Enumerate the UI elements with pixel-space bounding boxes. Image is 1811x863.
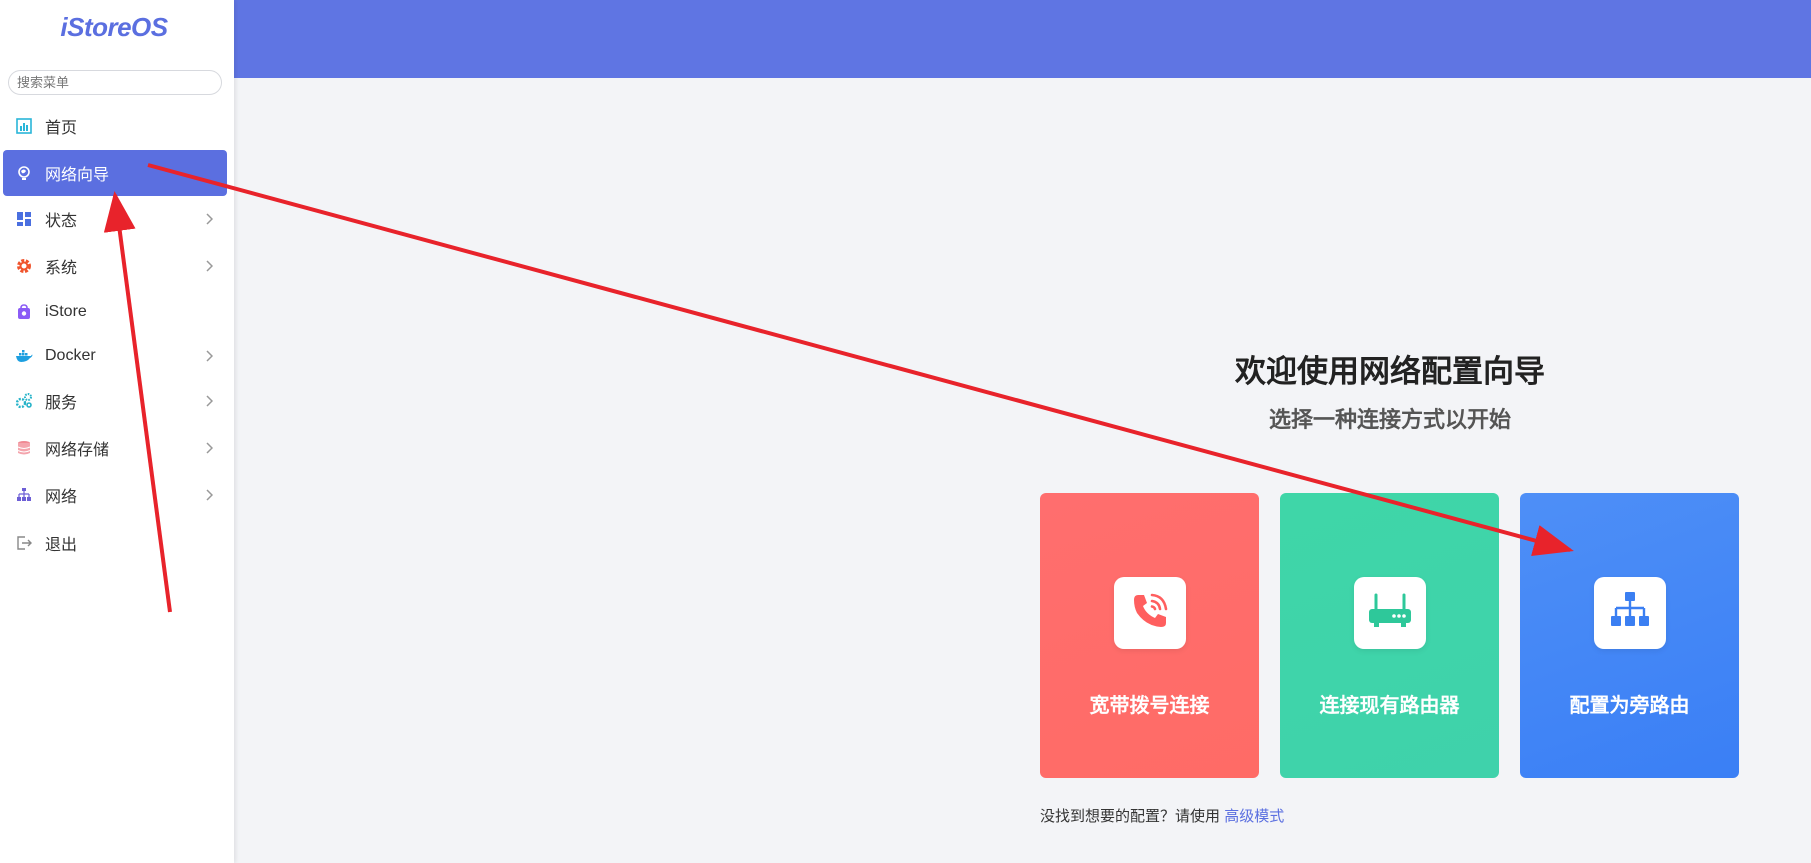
chevron-right-icon	[201, 440, 217, 456]
page-title: 欢迎使用网络配置向导	[1235, 354, 1545, 389]
sidebar-item-logout[interactable]: 退出	[3, 520, 227, 566]
sidebar-item-docker[interactable]: Docker	[3, 333, 227, 379]
router-icon	[1366, 589, 1414, 638]
chevron-right-icon	[201, 258, 217, 274]
broadband-dialup-card[interactable]: 宽带拨号连接	[1040, 493, 1259, 778]
sidebar-item-label: Docker	[45, 347, 96, 364]
chevron-right-icon	[201, 348, 217, 364]
sidebar: iStoreOS 首页 网络向	[0, 0, 234, 863]
card-label: 配置为旁路由	[1569, 695, 1690, 717]
dashboard-icon	[15, 117, 33, 135]
sidebar-item-label: 系统	[45, 260, 78, 277]
page-subtitle: 选择一种连接方式以开始	[1268, 407, 1511, 432]
network-tree-icon	[1608, 589, 1652, 638]
globe-icon	[15, 164, 33, 182]
chevron-right-icon	[201, 393, 217, 409]
docker-whale-icon	[15, 347, 33, 365]
store-bag-icon	[15, 303, 33, 321]
sidebar-item-network-wizard[interactable]: 网络向导	[3, 150, 227, 196]
chevron-right-icon	[201, 211, 217, 227]
card-label: 连接现有路由器	[1319, 695, 1460, 717]
sidebar-item-label: 退出	[45, 537, 78, 554]
sidebar-item-network[interactable]: 网络	[3, 472, 227, 518]
database-icon	[15, 439, 33, 457]
connect-existing-router-card[interactable]: 连接现有路由器	[1280, 493, 1499, 778]
sidebar-item-label: 状态	[45, 213, 78, 230]
sidebar-item-label: 网络存储	[45, 442, 110, 459]
menu-search-input[interactable]	[8, 70, 222, 95]
sidebar-item-label: iStore	[45, 303, 87, 320]
sidebar-item-network-storage[interactable]: 网络存储	[3, 425, 227, 471]
grid-icon	[15, 210, 33, 228]
sidebar-item-istore[interactable]: iStore	[3, 289, 227, 335]
card-icon-box	[1594, 577, 1666, 649]
gear-icon	[15, 257, 33, 275]
sidebar-item-system[interactable]: 系统	[3, 243, 227, 289]
sidebar-item-label: 网络	[45, 489, 78, 506]
header-bar	[234, 0, 1811, 78]
sidebar-item-services[interactable]: 服务	[3, 378, 227, 424]
advanced-mode-link[interactable]: 高级模式	[1224, 808, 1284, 825]
hint-text: 没找到想要的配置？请使用	[1040, 808, 1221, 825]
advanced-mode-hint: 没找到想要的配置？请使用 高级模式	[1040, 805, 1284, 826]
network-tree-icon	[15, 486, 33, 504]
bypass-router-card[interactable]: 配置为旁路由	[1520, 493, 1739, 778]
app-logo[interactable]: iStoreOS	[0, 12, 228, 43]
card-icon-box	[1114, 577, 1186, 649]
sidebar-item-label: 首页	[45, 120, 78, 137]
phone-call-icon	[1128, 589, 1172, 638]
card-label: 宽带拨号连接	[1089, 695, 1210, 717]
sidebar-item-label: 网络向导	[45, 167, 110, 184]
sidebar-item-home[interactable]: 首页	[3, 103, 227, 149]
sidebar-item-status[interactable]: 状态	[3, 196, 227, 242]
app-window: iStoreOS 首页 网络向	[0, 0, 1811, 863]
cogs-icon	[15, 392, 33, 410]
logout-icon	[15, 534, 33, 552]
chevron-right-icon	[201, 487, 217, 503]
sidebar-item-label: 服务	[45, 395, 78, 412]
card-icon-box	[1354, 577, 1426, 649]
